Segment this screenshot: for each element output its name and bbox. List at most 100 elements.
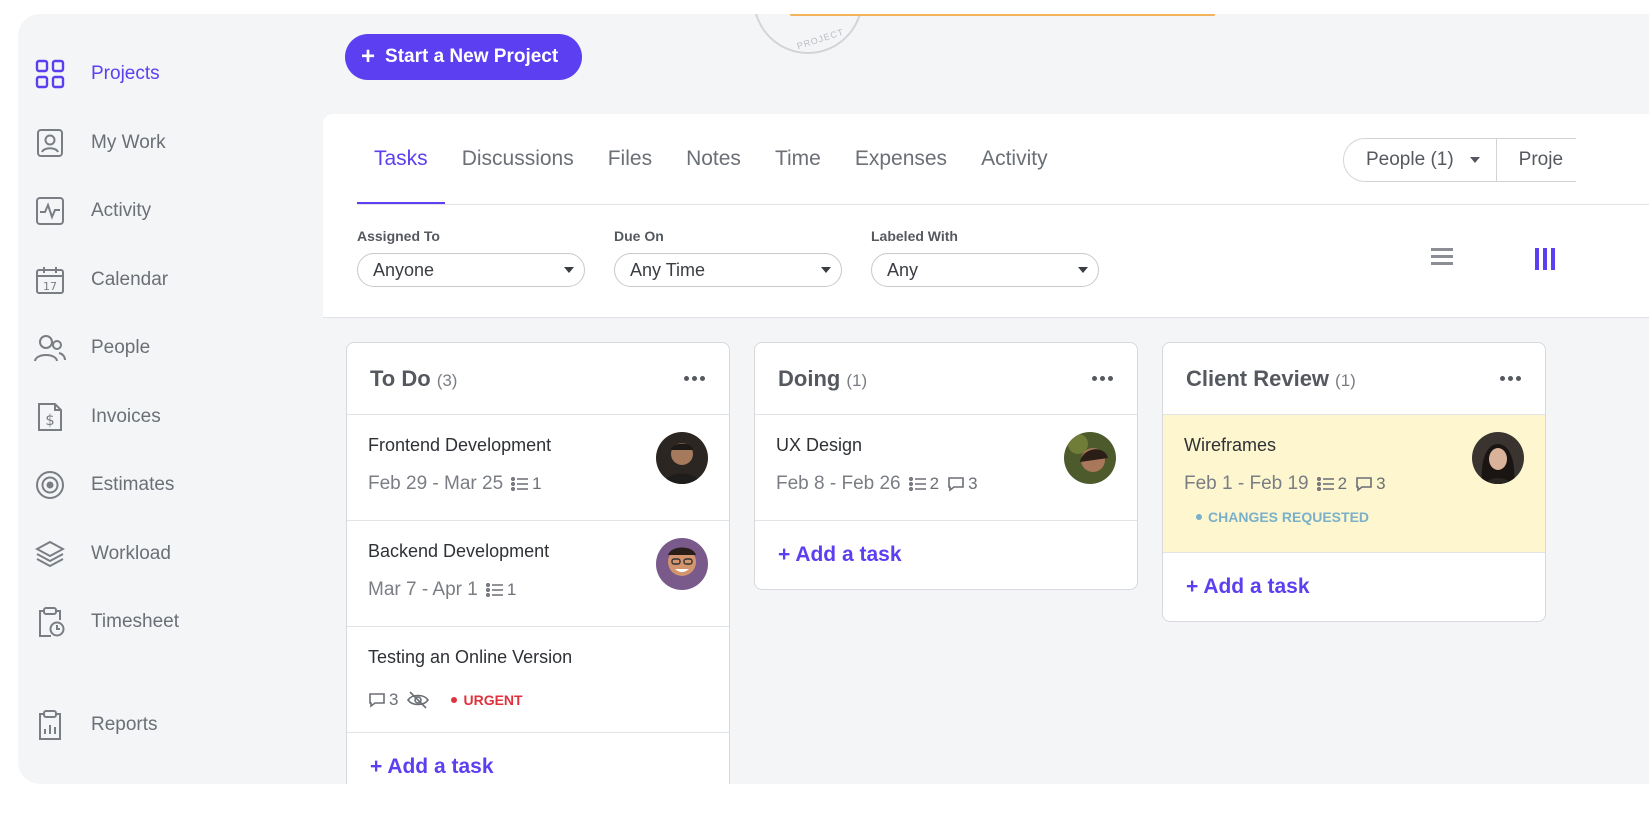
task-dates: Mar 7 - Apr 1 [368,579,478,600]
plus-icon: + [361,43,376,70]
invoice-icon-text: $ [45,411,55,429]
column-header: Doing (1) [755,343,1137,415]
sidebar-item-my-work[interactable]: My Work [34,123,166,163]
sidebar-item-label: Activity [91,200,152,221]
people-icon [34,332,66,364]
invoice-dollar-icon: $ [34,401,66,433]
comment-icon [369,693,385,708]
sidebar-item-projects[interactable]: Projects [34,54,160,94]
assigned-to-select[interactable]: Anyone [357,253,585,287]
projects-dropdown[interactable]: Proje [1495,139,1576,181]
chevron-down-icon [564,267,574,273]
urgent-badge: URGENT [451,692,523,708]
sidebar-item-reports[interactable]: Reports [34,705,158,745]
more-options-icon[interactable] [1092,376,1113,381]
task-card[interactable]: Testing an Online Version 3 URGENT [347,627,729,733]
people-projects-switcher: People (1) Proje [1343,138,1576,182]
layers-icon [34,538,66,570]
column-title-text: To Do [370,365,431,391]
task-card[interactable]: UX Design Feb 8 - Feb 26 2 3 [755,415,1137,521]
task-meta: 3 URGENT [368,690,708,710]
add-task-button[interactable]: + Add a task [1163,553,1545,621]
app-window: Projects My Work Activity 17 Calendar Pe… [18,14,1649,784]
filter-labeled-with: Labeled With Any [871,228,1099,287]
add-task-button[interactable]: + Add a task [347,733,729,784]
labeled-with-select[interactable]: Any [871,253,1099,287]
column-title-text: Client Review [1186,365,1330,391]
column-title: To Do (3) [370,366,457,392]
sidebar-item-workload[interactable]: Workload [34,534,171,574]
subtask-count: 2 [908,474,939,494]
tabs-divider [357,204,1649,205]
list-view-icon[interactable] [1431,248,1453,270]
tab-tasks[interactable]: Tasks [357,114,445,205]
start-new-project-button[interactable]: + Start a New Project [345,34,583,80]
select-value: Anyone [373,259,435,280]
comment-count: 3 [1355,474,1386,494]
select-value: Any Time [630,259,706,280]
task-card[interactable]: Frontend Development Feb 29 - Mar 25 1 [347,415,729,521]
sidebar-item-label: Timesheet [91,611,179,632]
tab-files[interactable]: Files [591,114,669,204]
column-count: (1) [1335,370,1356,390]
calendar-icon: 17 [34,264,66,296]
subtask-count: 1 [511,474,542,494]
checklist-icon [511,477,529,491]
tab-expenses[interactable]: Expenses [838,114,964,204]
sidebar-item-invoices[interactable]: $ Invoices [34,397,161,437]
start-new-project-label: Start a New Project [385,46,559,67]
sidebar-item-label: Projects [91,63,160,84]
column-title: Client Review (1) [1186,366,1356,392]
pulse-icon [34,195,66,227]
column-header: Client Review (1) [1163,343,1545,415]
filter-label: Assigned To [357,228,440,244]
sidebar-item-label: People [91,337,151,358]
chevron-down-icon [1078,267,1088,273]
column-title-text: Doing [778,365,841,391]
sidebar-item-label: Reports [91,714,158,735]
sidebar-item-label: Estimates [91,474,175,495]
checklist-icon [908,477,926,491]
more-options-icon[interactable] [684,376,705,381]
tab-time[interactable]: Time [758,114,838,204]
add-task-button[interactable]: + Add a task [755,521,1137,589]
sidebar-item-label: Calendar [91,269,169,290]
task-meta: Feb 8 - Feb 26 2 3 [776,473,1116,495]
task-dates: Feb 8 - Feb 26 [776,473,901,494]
hidden-eye-icon [406,690,433,710]
clipboard-chart-icon [34,709,66,741]
column-count: (1) [846,370,868,390]
assignee-avatar[interactable] [1472,432,1524,484]
sidebar-item-activity[interactable]: Activity [34,191,151,231]
comment-count: 3 [947,474,978,494]
comment-icon [1356,477,1372,492]
grid-icon [34,58,66,90]
task-title: Testing an Online Version [368,647,573,667]
tab-notes[interactable]: Notes [669,114,758,204]
assignee-avatar[interactable] [656,432,708,484]
calendar-icon-text: 17 [43,280,57,293]
task-meta: Feb 29 - Mar 25 1 [368,473,708,495]
more-options-icon[interactable] [1500,376,1521,381]
people-dropdown-label: People (1) [1366,149,1454,170]
accent-line [790,14,1215,16]
task-card[interactable]: Wireframes Feb 1 - Feb 19 2 3 CHANGES RE… [1163,415,1545,553]
sidebar-item-estimates[interactable]: Estimates [34,465,174,505]
chevron-down-icon [1469,157,1480,163]
due-on-select[interactable]: Any Time [614,253,842,287]
filter-due-on: Due On Any Time [614,228,842,287]
sidebar-item-people[interactable]: People [34,328,150,368]
sidebar-item-label: Invoices [91,406,161,427]
projects-dropdown-label: Proje [1518,149,1564,170]
assignee-avatar[interactable] [656,538,708,590]
board-view-icon[interactable] [1535,248,1559,270]
board-column-client-review: Client Review (1) Wireframes Feb 1 - Feb … [1162,342,1546,622]
task-card[interactable]: Backend Development Mar 7 - Apr 1 1 [347,521,729,627]
tab-discussions[interactable]: Discussions [445,114,591,204]
sidebar-item-calendar[interactable]: 17 Calendar [34,260,168,300]
assignee-avatar[interactable] [1064,432,1116,484]
tab-activity[interactable]: Activity [964,114,1065,204]
column-header: To Do (3) [347,343,729,415]
people-dropdown[interactable]: People (1) [1344,139,1496,181]
sidebar-item-timesheet[interactable]: Timesheet [34,602,179,642]
